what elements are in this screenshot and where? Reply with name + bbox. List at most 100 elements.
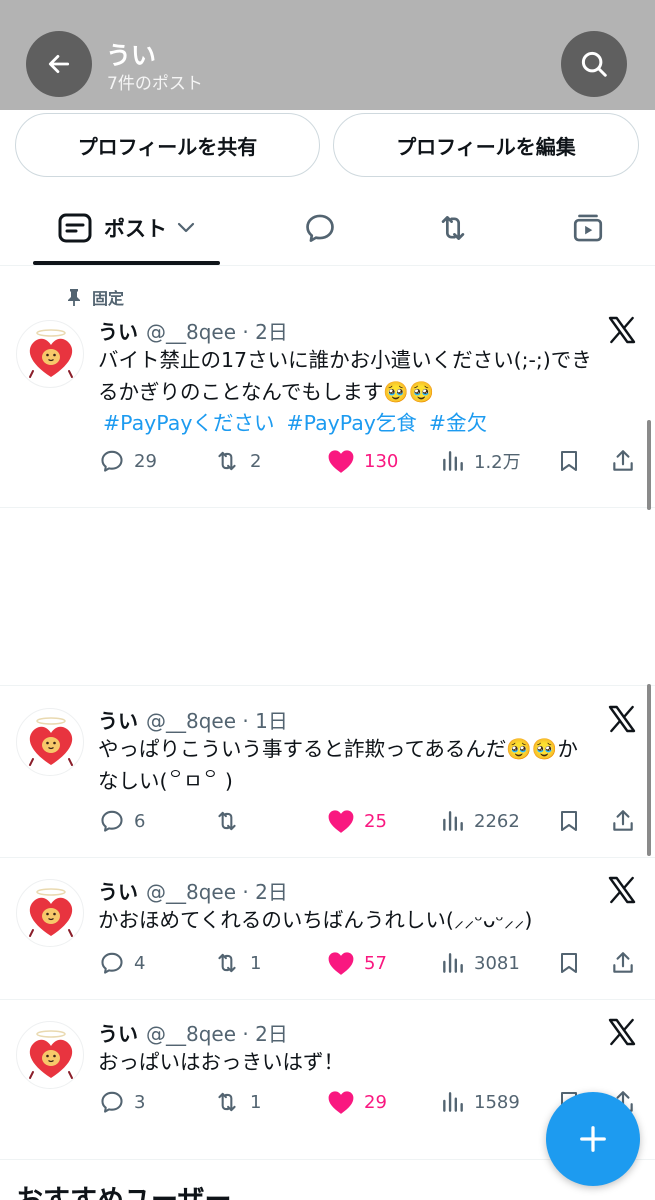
author-name[interactable]: うい: [98, 320, 138, 344]
repost-button[interactable]: 1: [212, 946, 261, 980]
compose-post-button[interactable]: [546, 1092, 640, 1186]
bookmark-button[interactable]: [557, 444, 581, 478]
repost-icon: [441, 216, 465, 240]
posts-tab-icon: [58, 213, 92, 243]
post-text: やっぱりこういう事すると詐欺ってあるんだ🥹🥹か なしい(꒪ㅁ꒪ ): [98, 733, 638, 797]
views-button[interactable]: 1589: [440, 1085, 520, 1119]
post-header: うい @__8qee · 2日: [98, 1018, 288, 1047]
search-icon: [581, 51, 607, 77]
avatar[interactable]: [16, 320, 84, 388]
share-button[interactable]: [610, 946, 636, 980]
post-count: 7件のポスト: [107, 74, 203, 94]
avatar[interactable]: [16, 879, 84, 947]
post-header: うい @__8qee · 2日: [98, 876, 288, 905]
tab-posts[interactable]: ポスト: [33, 190, 220, 266]
bookmark-button[interactable]: [557, 946, 581, 980]
post-text-line: おっぱいはおっきいはず！: [98, 1050, 344, 1074]
tab-media[interactable]: [553, 190, 623, 266]
author-handle-time[interactable]: @__8qee · 2日: [146, 880, 288, 904]
reply-button[interactable]: 3: [98, 1085, 145, 1119]
like-count: 57: [364, 952, 387, 974]
repost-count: 2: [250, 450, 262, 472]
reply-button[interactable]: 29: [98, 444, 157, 478]
reply-count: 29: [134, 450, 157, 472]
repost-button[interactable]: [212, 804, 250, 838]
hashtag-link[interactable]: #PayPayください: [103, 411, 274, 435]
views-icon: [443, 811, 463, 831]
tab-replies[interactable]: [285, 190, 355, 266]
post-text: おっぱいはおっきいはず！: [98, 1046, 638, 1078]
active-tab-indicator: [33, 261, 220, 265]
bookmark-icon: [561, 953, 577, 973]
avatar-heart-image: [29, 717, 73, 766]
repost-icon: [218, 811, 236, 831]
x-logo-icon: [608, 876, 636, 904]
reply-button[interactable]: 6: [98, 804, 145, 838]
top-header: うい 7件のポスト: [0, 0, 655, 110]
repost-button[interactable]: 2: [212, 444, 261, 478]
heart-icon: [328, 952, 354, 975]
avatar-heart-image: [29, 329, 73, 378]
scrollbar[interactable]: [647, 684, 651, 856]
share-button[interactable]: [610, 804, 636, 838]
views-button[interactable]: 3081: [440, 946, 520, 980]
views-icon: [443, 451, 463, 471]
avatar[interactable]: [16, 1021, 84, 1089]
author-name[interactable]: うい: [98, 1022, 138, 1046]
post-card[interactable]: うい @__8qee · 2日 かおほめてくれるのいちばんうれしい(⸝⸝ᵕᴗᵕ⸝⸝…: [0, 858, 655, 1000]
tab-reposts[interactable]: [418, 190, 488, 266]
author-name[interactable]: うい: [98, 709, 138, 733]
reply-button[interactable]: 4: [98, 946, 145, 980]
hashtag-link[interactable]: #PayPay乞食: [286, 411, 416, 435]
like-button[interactable]: 57: [326, 946, 387, 980]
scrollbar[interactable]: [647, 420, 651, 510]
reply-bubble-icon: [306, 214, 334, 242]
hashtag-link[interactable]: #金欠: [429, 411, 487, 435]
bookmark-button[interactable]: [557, 804, 581, 838]
post-text-line: かおほめてくれるのいちばんうれしい(⸝⸝ᵕᴗᵕ⸝⸝): [98, 908, 533, 932]
view-count: 1.2万: [474, 452, 521, 473]
empty-content-area: [0, 508, 655, 686]
post-text: かおほめてくれるのいちばんうれしい(⸝⸝ᵕᴗᵕ⸝⸝): [98, 904, 638, 936]
post-text-line: るかぎりのことなんでもします🥹🥹: [98, 380, 435, 404]
post-actions: 29 2 130 1.2万: [0, 444, 655, 478]
post-card[interactable]: うい @__8qee · 1日 やっぱりこういう事すると詐欺ってあるんだ🥹🥹か な…: [0, 687, 655, 858]
author-handle-time[interactable]: @__8qee · 1日: [146, 709, 288, 733]
like-button[interactable]: 25: [326, 804, 387, 838]
views-button[interactable]: 1.2万: [440, 444, 521, 478]
repost-button[interactable]: 1: [212, 1085, 261, 1119]
recommended-users-heading: おすすめユーザー: [16, 1178, 231, 1200]
post-actions: 6 25 2262: [0, 804, 655, 838]
post-card[interactable]: うい @__8qee · 2日 バイト禁止の17さいに誰かお小遣いください(;-;…: [0, 268, 655, 508]
author-handle-time[interactable]: @__8qee · 2日: [146, 1022, 288, 1046]
share-button[interactable]: [610, 444, 636, 478]
like-count: 130: [364, 450, 399, 472]
avatar-heart-image: [29, 888, 73, 937]
like-count: 25: [364, 810, 387, 832]
back-arrow-icon: [48, 55, 70, 73]
avatar[interactable]: [16, 708, 84, 776]
back-button[interactable]: [26, 31, 92, 97]
edit-profile-button[interactable]: プロフィールを編集: [333, 113, 639, 177]
tab-posts-label: ポスト: [104, 217, 167, 241]
reply-icon: [101, 1091, 123, 1113]
share-profile-button[interactable]: プロフィールを共有: [15, 113, 320, 177]
reply-count: 3: [134, 1091, 146, 1113]
like-button[interactable]: 130: [326, 444, 398, 478]
post-text-line: バイト禁止の17さいに誰かお小遣いください(;-;)でき: [98, 348, 592, 372]
views-button[interactable]: 2262: [440, 804, 520, 838]
profile-name-title: うい: [106, 41, 157, 70]
repost-count: 1: [250, 952, 262, 974]
profile-tabs: ポスト: [0, 190, 655, 266]
x-logo-icon: [608, 705, 636, 733]
like-button[interactable]: 29: [326, 1085, 387, 1119]
x-logo-icon: [608, 316, 636, 344]
repost-icon: [218, 1092, 236, 1112]
hashtags: #PayPayください #PayPay乞食 #金欠: [103, 406, 499, 436]
search-button[interactable]: [561, 31, 627, 97]
post-actions: 4 1 57 3081: [0, 946, 655, 980]
author-handle-time[interactable]: @__8qee · 2日: [146, 320, 288, 344]
share-icon: [613, 810, 633, 831]
chevron-down-icon: [177, 222, 195, 233]
author-name[interactable]: うい: [98, 880, 138, 904]
